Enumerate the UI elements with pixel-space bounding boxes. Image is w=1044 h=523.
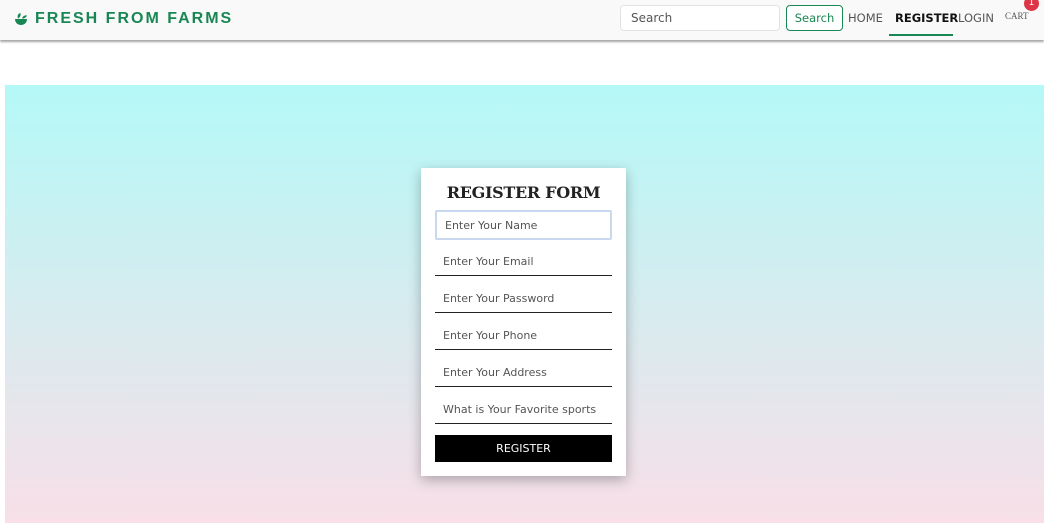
brand-name: FRESH FROM FARMS [35,10,234,27]
brand-link[interactable]: FRESH FROM FARMS [14,9,233,29]
register-form-card: REGISTER FORM REGISTER [421,168,626,476]
search-button[interactable]: Search [786,5,843,31]
search-input[interactable] [620,5,780,31]
password-field[interactable] [435,285,612,313]
nav-home-link[interactable]: HOME [848,11,883,25]
nav-login-link[interactable]: LOGIN [958,11,994,25]
email-field[interactable] [435,248,612,276]
name-field[interactable] [435,210,612,240]
mortar-leaf-icon [15,13,27,25]
active-nav-indicator [889,34,953,36]
header-spacer [0,40,1044,85]
address-field[interactable] [435,359,612,387]
nav-register-link[interactable]: REGISTER [895,11,958,25]
cart-count-badge: 1 [1024,0,1039,11]
form-title: REGISTER FORM [446,183,601,202]
register-submit-button[interactable]: REGISTER [435,435,612,462]
phone-field[interactable] [435,322,612,350]
navbar: FRESH FROM FARMS Search HOME REGISTER LO… [0,0,1044,40]
favorite-sports-field[interactable] [435,396,612,424]
nav-cart-link[interactable]: CART [1005,9,1028,23]
